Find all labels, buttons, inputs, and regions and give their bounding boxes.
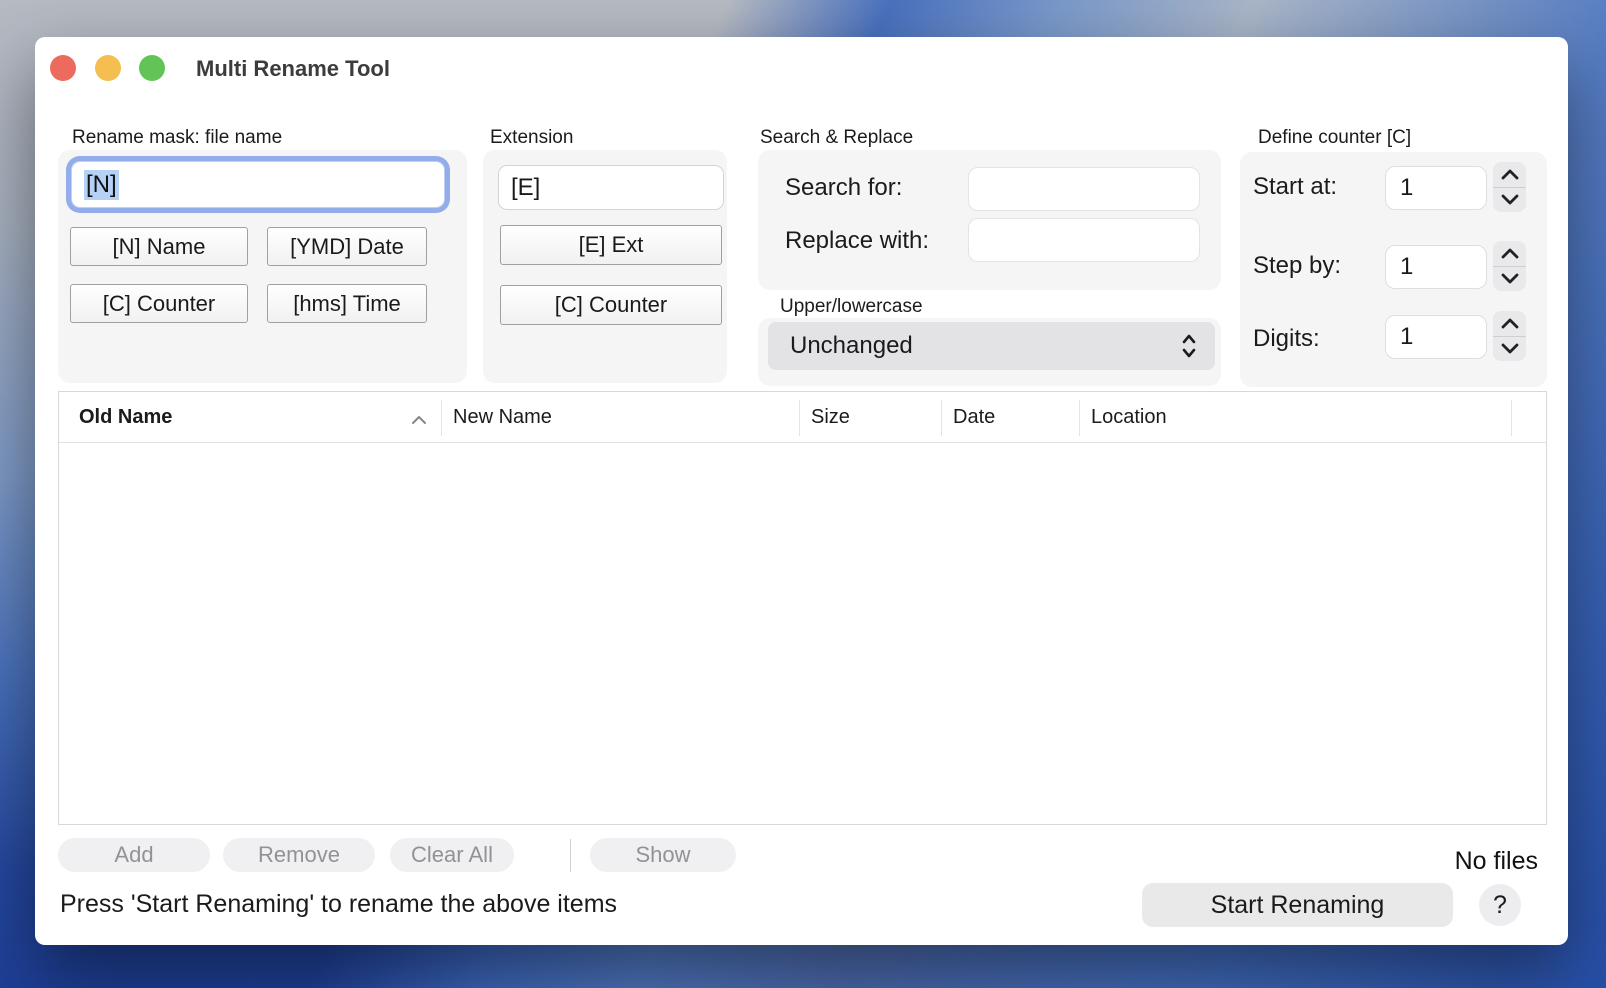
column-header-date[interactable]: Date	[953, 392, 995, 443]
extension-input[interactable]	[498, 165, 724, 210]
footer-divider	[570, 839, 571, 872]
column-separator	[1511, 400, 1512, 436]
insert-counter-button[interactable]: [C] Counter	[70, 284, 248, 323]
start-at-stepper[interactable]	[1493, 162, 1526, 212]
case-dropdown-value: Unchanged	[790, 332, 913, 360]
stepper-up-icon[interactable]	[1493, 241, 1526, 267]
replace-with-label: Replace with:	[785, 227, 929, 255]
stepper-up-icon[interactable]	[1493, 162, 1526, 188]
insert-time-button[interactable]: [hms] Time	[267, 284, 427, 323]
start-at-input[interactable]	[1385, 166, 1487, 210]
zoom-button[interactable]	[139, 55, 165, 81]
stepper-up-icon[interactable]	[1493, 311, 1526, 337]
define-counter-section-label: Define counter [C]	[1258, 127, 1411, 149]
stepper-down-icon[interactable]	[1493, 188, 1526, 213]
search-replace-section-label: Search & Replace	[760, 127, 913, 149]
insert-ext-counter-button[interactable]: [C] Counter	[500, 285, 722, 325]
show-button[interactable]: Show	[590, 838, 736, 872]
extension-section-label: Extension	[490, 127, 573, 149]
column-separator	[441, 400, 442, 436]
stepper-down-icon[interactable]	[1493, 267, 1526, 292]
column-separator	[1079, 400, 1080, 436]
table-header: Old Name New Name Size Date Location	[59, 392, 1546, 443]
digits-input[interactable]	[1385, 315, 1487, 359]
minimize-button[interactable]	[95, 55, 121, 81]
remove-button[interactable]: Remove	[223, 838, 375, 872]
column-header-old-name[interactable]: Old Name	[79, 392, 172, 443]
case-dropdown[interactable]: Unchanged	[768, 322, 1215, 370]
insert-date-button[interactable]: [YMD] Date	[267, 227, 427, 266]
add-button[interactable]: Add	[58, 838, 210, 872]
column-header-location[interactable]: Location	[1091, 392, 1167, 443]
file-table: Old Name New Name Size Date Location	[58, 391, 1547, 825]
start-renaming-button[interactable]: Start Renaming	[1142, 883, 1453, 927]
column-header-new-name[interactable]: New Name	[453, 392, 552, 443]
clear-all-button[interactable]: Clear All	[390, 838, 514, 872]
close-button[interactable]	[50, 55, 76, 81]
replace-with-input[interactable]	[968, 218, 1200, 262]
sort-ascending-icon	[411, 412, 427, 430]
help-button[interactable]: ?	[1479, 884, 1521, 926]
digits-stepper[interactable]	[1493, 311, 1526, 361]
dropdown-arrows-icon	[1181, 333, 1197, 359]
digits-label: Digits:	[1253, 325, 1320, 353]
window-title: Multi Rename Tool	[196, 56, 390, 82]
case-section-label: Upper/lowercase	[780, 296, 923, 318]
search-for-input[interactable]	[968, 167, 1200, 211]
step-by-label: Step by:	[1253, 252, 1341, 280]
selected-text: [N]	[84, 170, 119, 200]
column-header-size[interactable]: Size	[811, 392, 850, 443]
column-separator	[941, 400, 942, 436]
step-by-stepper[interactable]	[1493, 241, 1526, 291]
rename-mask-section-label: Rename mask: file name	[72, 127, 282, 149]
file-list-empty-area	[59, 443, 1546, 824]
rename-mask-input[interactable]: [N]	[71, 161, 445, 208]
multi-rename-tool-window: Multi Rename Tool Rename mask: file name…	[35, 37, 1568, 945]
insert-name-button[interactable]: [N] Name	[70, 227, 248, 266]
step-by-input[interactable]	[1385, 245, 1487, 289]
insert-ext-button[interactable]: [E] Ext	[500, 225, 722, 265]
file-count-label: No files	[1455, 847, 1538, 876]
status-text: Press 'Start Renaming' to rename the abo…	[60, 890, 617, 919]
column-separator	[799, 400, 800, 436]
stepper-down-icon[interactable]	[1493, 337, 1526, 362]
start-at-label: Start at:	[1253, 173, 1337, 201]
search-for-label: Search for:	[785, 174, 902, 202]
